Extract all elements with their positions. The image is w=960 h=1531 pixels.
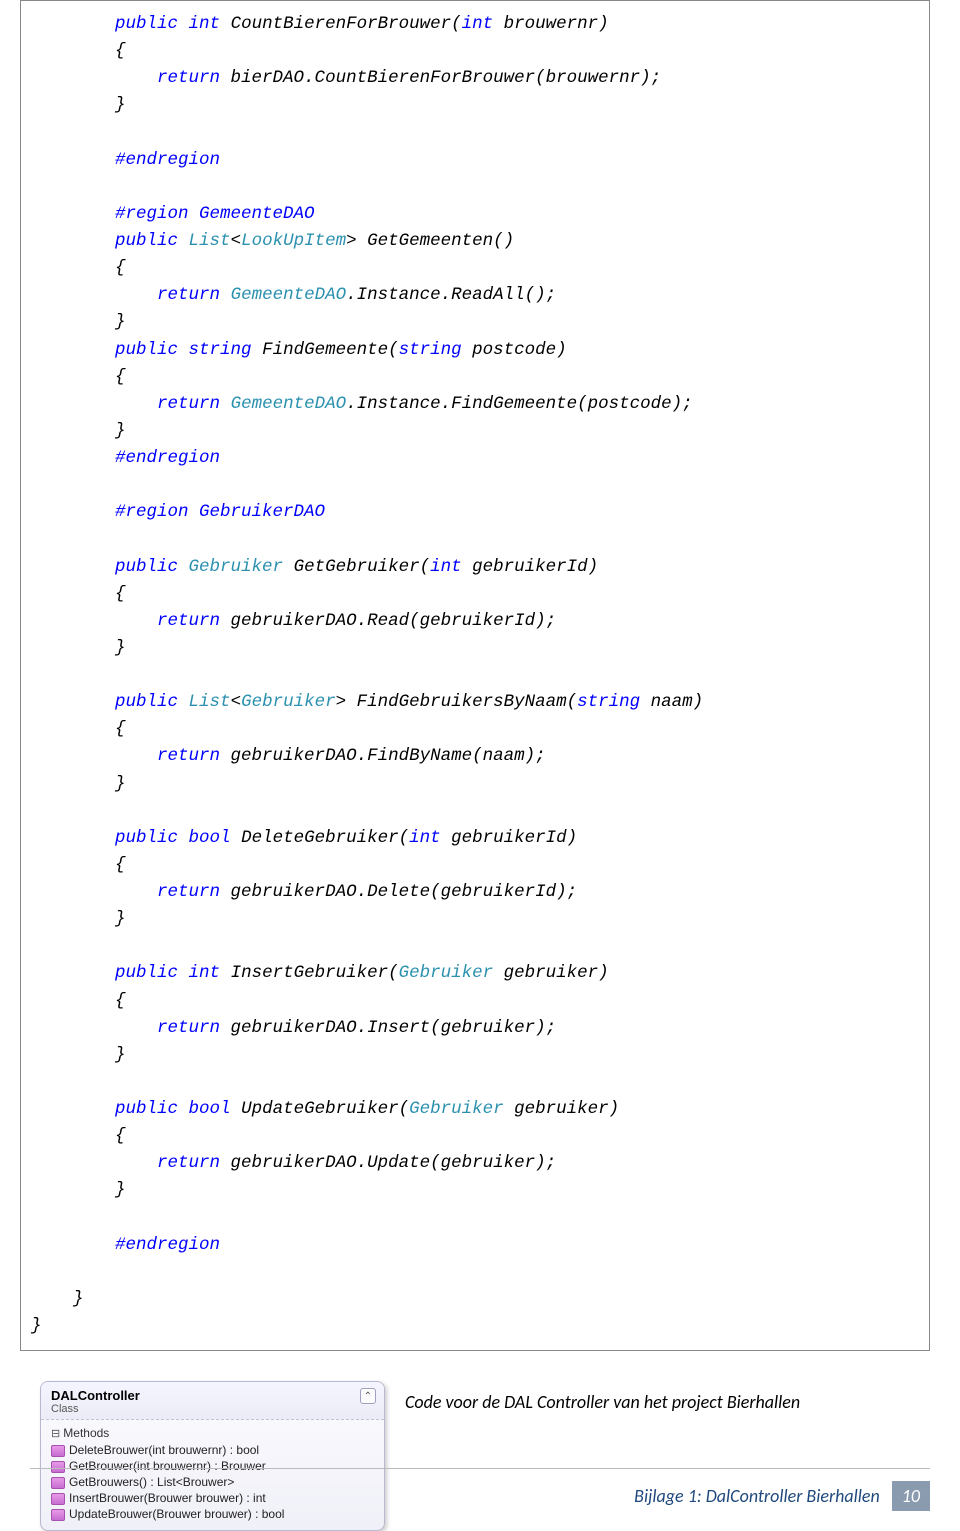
code-line: } — [31, 95, 126, 115]
code-line: public Gebruiker GetGebruiker(int gebrui… — [31, 557, 598, 577]
code-line: return gebruikerDAO.Update(gebruiker); — [31, 1153, 556, 1173]
code-line: public int InsertGebruiker(Gebruiker geb… — [31, 963, 609, 983]
code-line: #endregion — [31, 150, 220, 170]
code-line: #region GebruikerDAO — [31, 502, 325, 522]
code-line: public int CountBierenForBrouwer(int bro… — [31, 14, 609, 34]
code-line: } — [31, 421, 126, 441]
class-diagram: DALController Class ⌃ Methods DeleteBrou… — [40, 1381, 385, 1531]
methods-heading: Methods — [51, 1424, 374, 1442]
code-block: public int CountBierenForBrouwer(int bro… — [20, 0, 930, 1351]
class-name: DALController — [51, 1388, 374, 1403]
code-line: return gebruikerDAO.Insert(gebruiker); — [31, 1018, 556, 1038]
page-footer: Bijlage 1: DalController Bierhallen 10 — [634, 1481, 930, 1511]
code-line: } — [31, 774, 126, 794]
method-item: DeleteBrouwer(int brouwernr) : bool — [51, 1442, 374, 1458]
code-line: { — [31, 719, 126, 739]
code-line: } — [31, 312, 126, 332]
class-stereotype: Class — [51, 1403, 374, 1415]
code-line: } — [31, 1045, 126, 1065]
code-line: } — [31, 1289, 84, 1309]
footer-text: Bijlage 1: DalController Bierhallen — [634, 1485, 880, 1507]
figure-caption: Code voor de DAL Controller van het proj… — [405, 1391, 800, 1413]
code-line: return bierDAO.CountBierenForBrouwer(bro… — [31, 68, 661, 88]
method-item: UpdateBrouwer(Brouwer brouwer) : bool — [51, 1506, 374, 1522]
code-line: return GemeenteDAO.Instance.ReadAll(); — [31, 285, 556, 305]
code-line: { — [31, 1126, 126, 1146]
method-item: GetBrouwer(int brouwernr) : Brouwer — [51, 1458, 374, 1474]
code-line: #region GemeenteDAO — [31, 204, 315, 224]
footer-page-number: 10 — [892, 1481, 930, 1511]
code-line: { — [31, 584, 126, 604]
code-line: return gebruikerDAO.FindByName(naam); — [31, 746, 546, 766]
code-line: #endregion — [31, 1235, 220, 1255]
code-line: { — [31, 41, 126, 61]
code-line: public string FindGemeente(string postco… — [31, 340, 567, 360]
code-line: { — [31, 367, 126, 387]
code-line: public bool UpdateGebruiker(Gebruiker ge… — [31, 1099, 619, 1119]
method-item: GetBrouwers() : List<Brouwer> — [51, 1474, 374, 1490]
code-line: public List<Gebruiker> FindGebruikersByN… — [31, 692, 703, 712]
method-item: InsertBrouwer(Brouwer brouwer) : int — [51, 1490, 374, 1506]
code-line: public bool DeleteGebruiker(int gebruike… — [31, 828, 577, 848]
code-line: { — [31, 258, 126, 278]
collapse-icon[interactable]: ⌃ — [360, 1388, 376, 1404]
code-line: { — [31, 855, 126, 875]
class-diagram-header: DALController Class ⌃ — [41, 1382, 384, 1420]
code-line: return gebruikerDAO.Read(gebruikerId); — [31, 611, 556, 631]
methods-section: Methods DeleteBrouwer(int brouwernr) : b… — [41, 1420, 384, 1530]
code-line: public List<LookUpItem> GetGemeenten() — [31, 231, 514, 251]
code-line: } — [31, 1180, 126, 1200]
code-line: return GemeenteDAO.Instance.FindGemeente… — [31, 394, 693, 414]
code-line: return gebruikerDAO.Delete(gebruikerId); — [31, 882, 577, 902]
code-line: } — [31, 1316, 42, 1336]
code-line: #endregion — [31, 448, 220, 468]
footer-rule — [30, 1468, 930, 1469]
code-line: } — [31, 638, 126, 658]
code-line: } — [31, 909, 126, 929]
code-line: { — [31, 991, 126, 1011]
